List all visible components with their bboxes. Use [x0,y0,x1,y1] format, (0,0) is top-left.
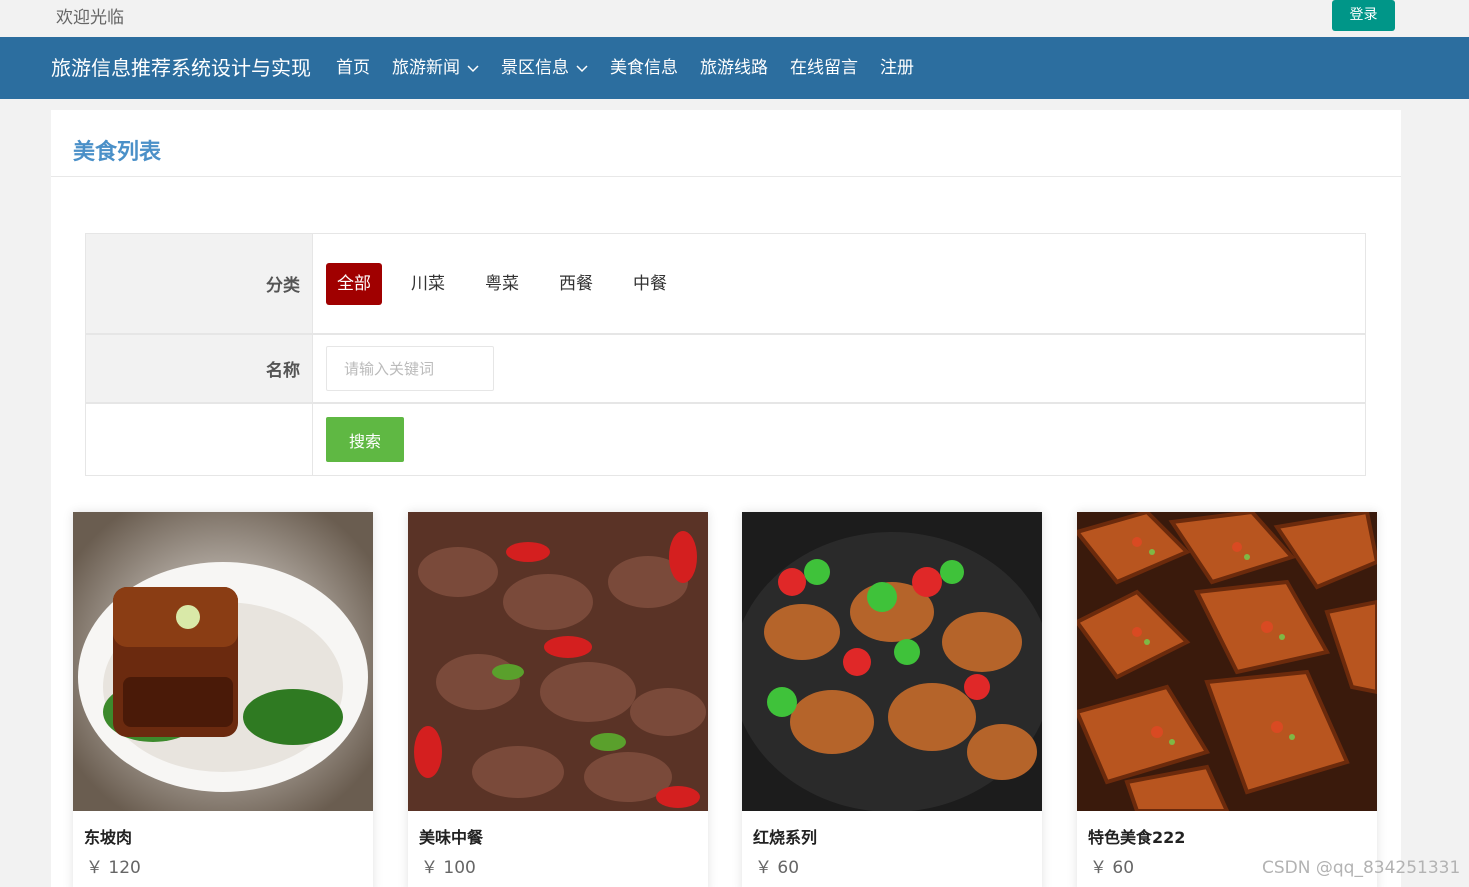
nav-item-scenic-info[interactable]: 景区信息 [501,37,588,99]
search-button[interactable]: 搜索 [326,417,404,462]
category-options: 全部 川菜 粤菜 西餐 中餐 [313,234,1365,333]
name-field-cell [313,335,1365,402]
category-western[interactable]: 西餐 [548,263,604,305]
food-price: ￥ 120 [86,858,141,878]
category-label: 分类 [86,234,313,333]
welcome-text: 欢迎光临 [56,8,124,28]
food-image[interactable] [742,512,1042,811]
search-cell: 搜索 [313,404,1365,475]
main-navbar: 旅游信息推荐系统设计与实现 首页 旅游新闻 景区信息 美食信息 旅游线路 在线留… [0,37,1469,99]
nav-item-label: 美食信息 [610,58,678,78]
page-title: 美食列表 [73,140,162,165]
filter-table: 分类 全部 川菜 粤菜 西餐 中餐 名称 搜索 [85,233,1366,476]
food-name[interactable]: 东坡肉 [84,824,132,848]
chevron-down-icon [467,65,479,73]
nav-item-travel-routes[interactable]: 旅游线路 [700,37,768,99]
food-name[interactable]: 红烧系列 [753,824,817,848]
food-card[interactable]: 特色美食222 ￥ 60 [1077,512,1377,887]
nav-item-food-info[interactable]: 美食信息 [610,37,678,99]
nav-item-message-board[interactable]: 在线留言 [790,37,858,99]
nav-menu: 首页 旅游新闻 景区信息 美食信息 旅游线路 在线留言 注册 [336,37,936,99]
category-sichuan[interactable]: 川菜 [400,263,456,305]
nav-item-home[interactable]: 首页 [336,37,370,99]
nav-item-register[interactable]: 注册 [880,37,914,99]
empty-label-cell [86,404,313,475]
site-brand[interactable]: 旅游信息推荐系统设计与实现 [51,37,311,99]
nav-item-label: 旅游新闻 [392,58,460,78]
nav-item-label: 在线留言 [790,58,858,78]
nav-item-travel-news[interactable]: 旅游新闻 [392,37,479,99]
category-all[interactable]: 全部 [326,262,382,305]
nav-item-label: 注册 [880,58,914,78]
nav-item-label: 景区信息 [501,58,569,78]
food-name[interactable]: 美味中餐 [419,824,483,848]
food-card[interactable]: 美味中餐 ￥ 100 [408,512,708,887]
food-card[interactable]: 东坡肉 ￥ 120 [73,512,373,887]
nav-item-label: 旅游线路 [700,58,768,78]
food-image[interactable] [408,512,708,811]
category-cantonese[interactable]: 粤菜 [474,263,530,305]
food-name[interactable]: 特色美食222 [1088,824,1185,848]
food-image[interactable] [73,512,373,811]
chevron-down-icon [576,65,588,73]
filter-row-category: 分类 全部 川菜 粤菜 西餐 中餐 [86,234,1365,335]
csdn-watermark: CSDN @qq_834251331 [1262,858,1461,878]
food-image[interactable] [1077,512,1377,811]
login-button[interactable]: 登录 [1332,0,1395,31]
nav-item-label: 首页 [336,58,370,78]
keyword-input[interactable] [326,346,494,391]
food-price: ￥ 60 [1090,858,1135,878]
top-bar: 欢迎光临 登录 [0,0,1469,37]
food-card[interactable]: 红烧系列 ￥ 60 [742,512,1042,887]
name-label: 名称 [86,335,313,402]
category-chinese[interactable]: 中餐 [622,263,678,305]
food-price: ￥ 60 [755,858,800,878]
food-price: ￥ 100 [421,858,476,878]
filter-row-actions: 搜索 [86,404,1365,475]
panel-header: 美食列表 [51,110,1401,177]
filter-row-name: 名称 [86,335,1365,404]
